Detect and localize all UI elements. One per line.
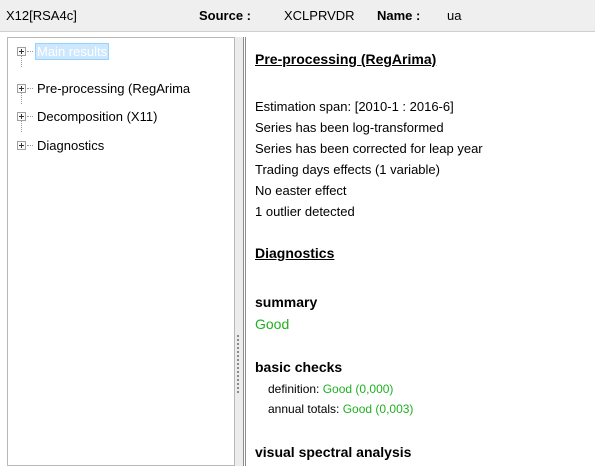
tree-item-label[interactable]: Main results <box>35 43 110 60</box>
tree-connector <box>27 88 33 89</box>
estimation-span-text: Estimation span: [2010-1 : 2016-6] <box>255 99 454 114</box>
outlier-text: 1 outlier detected <box>255 204 355 219</box>
source-value: XCLPRVDR <box>284 8 355 23</box>
tree-connector <box>21 121 22 132</box>
pane-splitter[interactable] <box>235 37 243 466</box>
leap-year-text: Series has been corrected for leap year <box>255 141 483 156</box>
basic-checks-heading: basic checks <box>255 359 343 375</box>
header-bar: X12[RSA4c] Source : XCLPRVDR Name : ua <box>0 0 595 32</box>
tree-connector <box>21 56 22 67</box>
visual-spectral-heading: visual spectral analysis <box>255 444 412 460</box>
tree-connector <box>21 93 22 104</box>
definition-value: Good (0,000) <box>322 382 394 396</box>
tree-connector <box>27 116 33 117</box>
tree-item-main-results[interactable]: Main results <box>8 41 234 67</box>
summary-heading: summary <box>255 294 318 310</box>
tree-item-diagnostics[interactable]: Diagnostics <box>8 135 234 157</box>
tree-item-pre-processing[interactable]: Pre-processing (RegArima <box>8 78 234 104</box>
trading-days-text: Trading days effects (1 variable) <box>255 162 440 177</box>
preprocessing-heading[interactable]: Pre-processing (RegArima) <box>255 51 436 67</box>
diagnostics-heading[interactable]: Diagnostics <box>255 245 334 261</box>
model-label: X12[RSA4c] <box>6 8 77 23</box>
name-value: ua <box>447 8 462 23</box>
expand-icon[interactable] <box>17 84 26 93</box>
tree-item-label[interactable]: Pre-processing (RegArima <box>35 80 192 97</box>
results-content: Pre-processing (RegArima) Estimation spa… <box>243 37 589 466</box>
annual-totals-check: annual totals: Good (0,003) <box>268 402 413 416</box>
definition-check: definition: Good (0,000) <box>268 382 393 396</box>
tree-item-label[interactable]: Diagnostics <box>35 137 106 154</box>
source-label: Source : <box>199 8 252 23</box>
log-transform-text: Series has been log-transformed <box>255 120 444 135</box>
annual-totals-label: annual totals: <box>268 402 343 416</box>
tree-item-decomposition[interactable]: Decomposition (X11) <box>8 106 234 132</box>
name-label: Name : <box>377 8 421 23</box>
tree-connector <box>27 51 33 52</box>
summary-value: Good <box>255 316 290 332</box>
easter-effect-text: No easter effect <box>255 183 347 198</box>
annual-totals-value: Good (0,003) <box>342 402 414 416</box>
expand-icon[interactable] <box>17 112 26 121</box>
splitter-grip-icon[interactable] <box>237 335 241 393</box>
expand-icon[interactable] <box>17 47 26 56</box>
expand-icon[interactable] <box>17 141 26 150</box>
results-tree[interactable]: Main results Pre-processing (RegArima De… <box>7 37 235 466</box>
tree-item-label[interactable]: Decomposition (X11) <box>35 108 159 125</box>
definition-label: definition: <box>268 382 323 396</box>
tree-connector <box>27 145 33 146</box>
